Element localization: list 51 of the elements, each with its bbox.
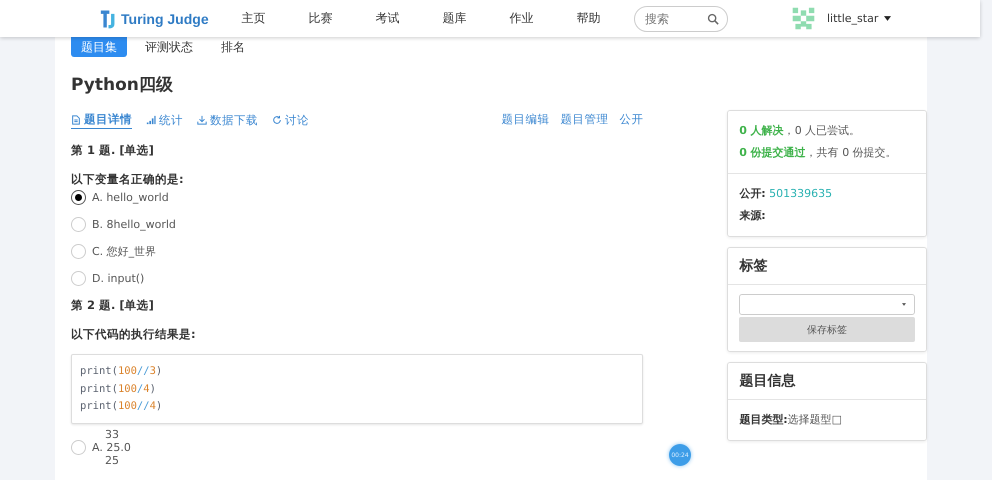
problem-title: Python四级 [71, 74, 174, 96]
field-label: 来源: [739, 209, 766, 222]
download-icon [197, 115, 207, 125]
question-prompt: 以下变量名正确的是: [71, 172, 185, 187]
tab[interactable]: 评测状态 [135, 37, 203, 57]
tab[interactable]: 题目详情 [71, 112, 132, 129]
option-label: B. 8hello_world [92, 218, 176, 231]
logo-icon [100, 8, 117, 30]
tab[interactable]: 排名 [211, 37, 255, 57]
refresh-icon [272, 115, 282, 125]
panel-title: 题目信息 [738, 372, 796, 391]
field-label: 题目类型: [739, 413, 788, 426]
caret-icon [884, 16, 892, 21]
nav-link[interactable]: 帮助 [555, 10, 622, 27]
tab[interactable]: 讨论 [272, 112, 309, 129]
link[interactable]: 公开 [619, 112, 644, 129]
tab[interactable]: 统计 [146, 112, 183, 129]
panel-title: 标签 [738, 257, 768, 276]
tab[interactable]: 题目集 [71, 37, 127, 57]
nav-link[interactable]: 考试 [354, 10, 421, 27]
stats-text: 0 份提交通过，共有 0 份提交。 [739, 145, 898, 161]
code-block: print(100//3) print(100/4) print(100//4) [71, 354, 644, 424]
nav-link[interactable]: 作业 [488, 10, 555, 27]
link[interactable]: 题目编辑 [501, 112, 550, 129]
logo-text: Turing Judge [121, 10, 209, 26]
save-tags-button[interactable]: 保存标签 [739, 317, 915, 342]
question-header: 第 1 题. [单选] [71, 143, 155, 158]
document-icon [71, 114, 81, 124]
avatar-icon [790, 5, 817, 32]
link[interactable]: 题目管理 [560, 112, 608, 129]
bar-chart-icon [146, 115, 156, 125]
nav-link[interactable]: 比赛 [287, 10, 354, 27]
radio-button[interactable] [71, 190, 86, 205]
caret-icon [902, 303, 906, 306]
search-icon [707, 12, 719, 24]
public-id: 501339635 [769, 187, 832, 200]
option-label: D. input() [92, 272, 144, 285]
option-label: C. 您好_世界 [92, 245, 156, 258]
tab[interactable]: 数据下载 [197, 112, 258, 129]
search-field[interactable]: 搜索 [634, 6, 728, 32]
field-label: 公开: [739, 187, 766, 200]
user-menu[interactable]: little_star [790, 5, 892, 32]
option-label: 33 A. 25.0 25 [92, 428, 131, 467]
question-prompt: 以下代码的执行结果是: [71, 327, 197, 342]
field-value: 选择题型□ [788, 413, 842, 426]
stats-text: 0 人解决，0 人已尝试。 [739, 123, 862, 139]
question-header: 第 2 题. [单选] [71, 298, 155, 313]
nav-link[interactable]: 主页 [220, 10, 287, 27]
nav-link[interactable]: 题库 [421, 10, 488, 27]
tag-select[interactable] [739, 294, 915, 315]
option-label: A. hello_world [92, 191, 169, 204]
